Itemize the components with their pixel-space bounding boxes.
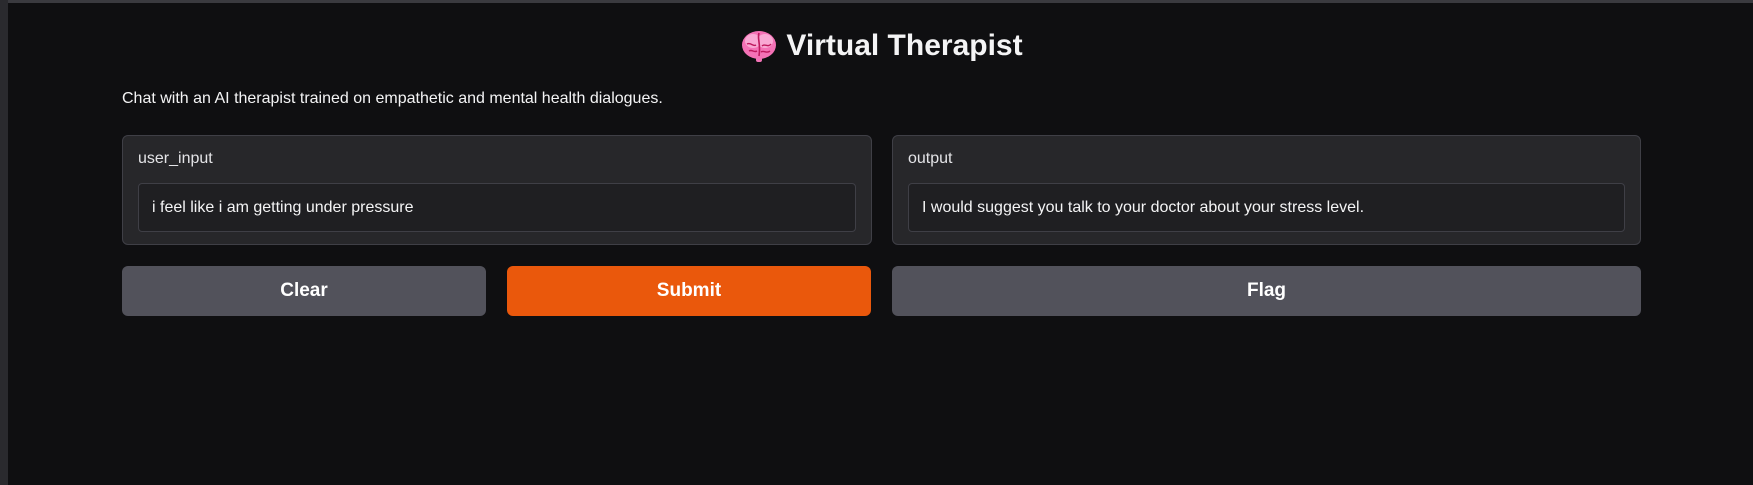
app-description: Chat with an AI therapist trained on emp…	[122, 90, 663, 107]
user-input-field[interactable]	[152, 198, 842, 217]
user-input-field-wrapper	[138, 183, 856, 232]
submit-button[interactable]: Submit	[507, 266, 871, 316]
output-text: I would suggest you talk to your doctor …	[922, 198, 1365, 216]
output-field[interactable]: I would suggest you talk to your doctor …	[908, 183, 1625, 232]
brain-icon	[740, 28, 778, 64]
output-panel: output I would suggest you talk to your …	[892, 135, 1641, 245]
clear-button[interactable]: Clear	[122, 266, 486, 316]
title-text: Virtual Therapist	[786, 29, 1023, 63]
user-input-label: user_input	[138, 150, 213, 167]
user-input-panel: user_input	[122, 135, 872, 245]
output-label: output	[908, 150, 953, 167]
window-top-edge	[8, 0, 1753, 3]
window-left-edge	[0, 0, 8, 485]
flag-button[interactable]: Flag	[892, 266, 1641, 316]
page-title: Virtual Therapist	[122, 24, 1641, 67]
